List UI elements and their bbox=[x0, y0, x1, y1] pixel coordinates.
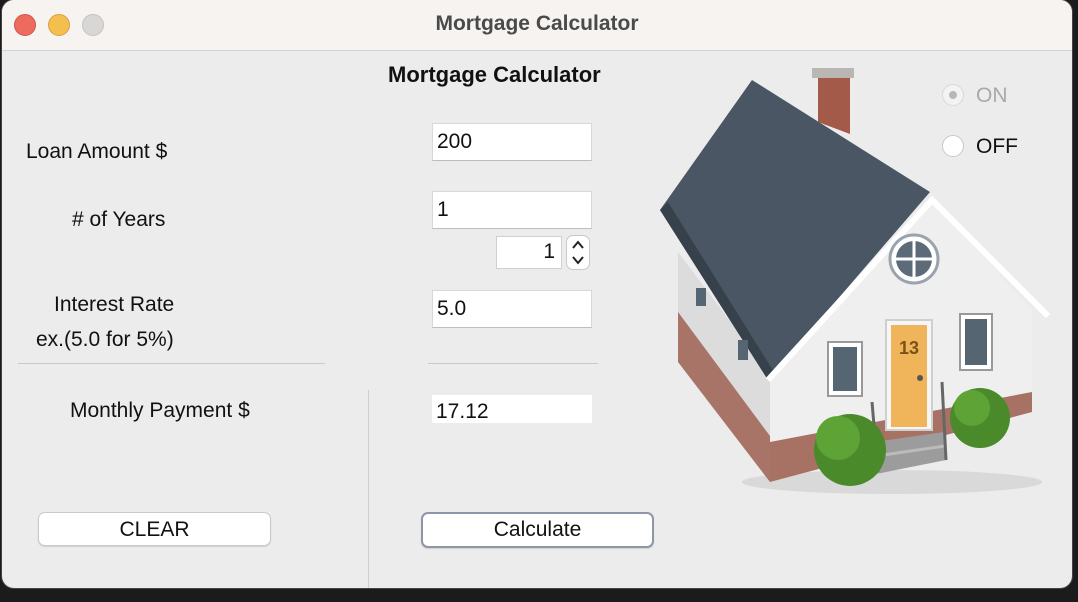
left-window-glass bbox=[833, 347, 857, 391]
app-window: Mortgage Calculator Mortgage Calculator … bbox=[2, 0, 1072, 588]
loan-amount-input[interactable]: 200 bbox=[432, 123, 592, 161]
side-window-2 bbox=[738, 340, 748, 360]
side-window-1 bbox=[696, 288, 706, 306]
separator-left bbox=[18, 363, 325, 364]
calculate-button[interactable]: Calculate bbox=[421, 512, 654, 548]
separator-right bbox=[428, 363, 598, 364]
interest-rate-input[interactable]: 5.0 bbox=[432, 290, 592, 328]
right-window-glass bbox=[965, 319, 987, 365]
door-number: 13 bbox=[899, 338, 919, 358]
clear-button[interactable]: CLEAR bbox=[38, 512, 271, 546]
monthly-payment-output: 17.12 bbox=[432, 395, 592, 423]
interest-rate-hint: ex.(5.0 for 5%) bbox=[36, 328, 174, 351]
window-title: Mortgage Calculator bbox=[435, 12, 639, 35]
years-label: # of Years bbox=[72, 208, 166, 231]
interest-rate-label: Interest Rate bbox=[54, 293, 175, 316]
house-illustration: 13 bbox=[660, 68, 1051, 494]
title-bar: Mortgage Calculator bbox=[2, 0, 1072, 51]
chevron-up-icon[interactable] bbox=[571, 239, 585, 251]
years-spinner-field[interactable]: 1 bbox=[496, 236, 562, 269]
years-input[interactable]: 1 bbox=[432, 191, 592, 229]
form-heading: Mortgage Calculator bbox=[388, 62, 601, 87]
left-bush-highlight bbox=[816, 416, 860, 460]
years-stepper[interactable] bbox=[566, 235, 590, 270]
monthly-payment-label: Monthly Payment $ bbox=[70, 399, 250, 422]
right-bush-highlight bbox=[954, 390, 990, 426]
chimney-cap bbox=[812, 68, 854, 78]
loan-amount-label: Loan Amount $ bbox=[26, 140, 168, 163]
chevron-down-icon[interactable] bbox=[571, 254, 585, 266]
vertical-separator bbox=[368, 390, 369, 588]
door-knob bbox=[917, 375, 923, 381]
